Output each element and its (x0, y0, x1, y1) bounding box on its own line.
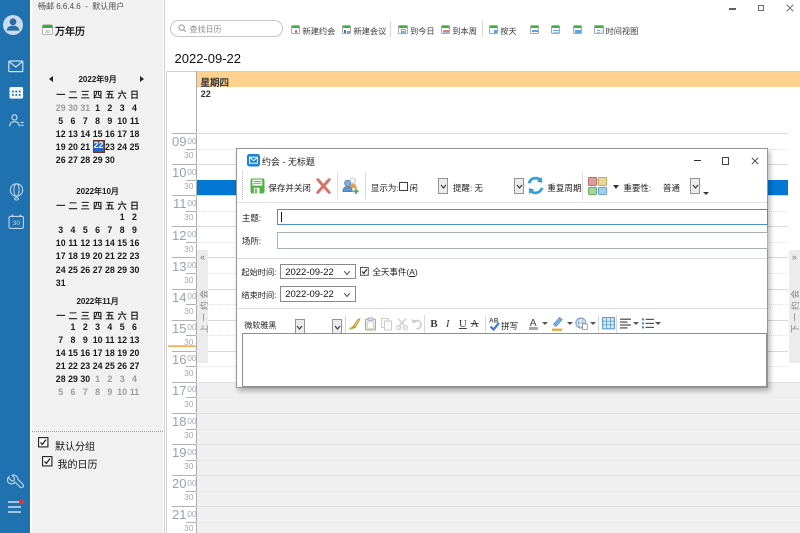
svg-text:30: 30 (44, 29, 50, 34)
svg-text:30: 30 (12, 220, 20, 227)
